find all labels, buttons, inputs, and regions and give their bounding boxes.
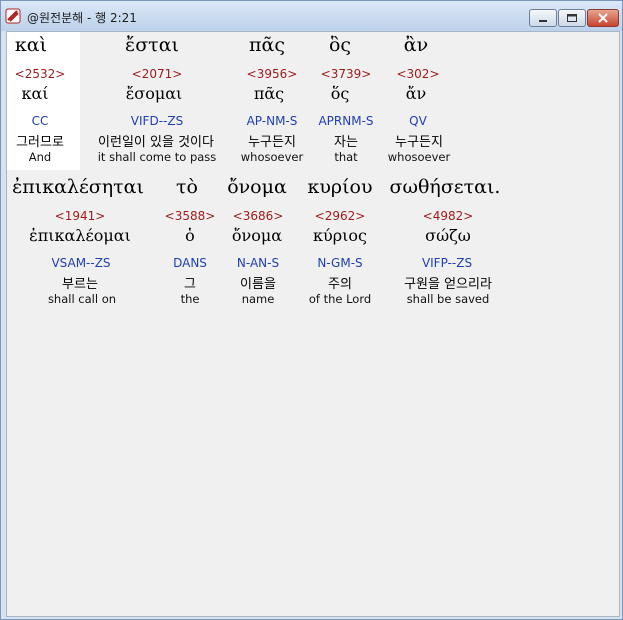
lemma: καί	[21, 84, 49, 103]
lemma: σώζω	[425, 226, 471, 245]
korean-gloss: 자는	[334, 135, 358, 150]
korean-gloss: 이름을	[240, 277, 276, 292]
window-title: @원전분해 - 행 2:21	[27, 11, 137, 25]
lemma: ὄνομα	[231, 226, 283, 245]
morph-code: DANS	[173, 256, 207, 270]
minimize-button[interactable]	[529, 9, 557, 27]
greek-word[interactable]: ὃς	[317, 34, 363, 56]
morph-code: VIFP--ZS	[421, 256, 473, 270]
lemma: ἐπικαλέομαι	[29, 226, 131, 245]
minimize-icon	[539, 20, 547, 22]
lemma: ὅς	[330, 84, 350, 103]
greek-word[interactable]: πᾶς	[237, 34, 297, 56]
greek-word[interactable]: ἔσται	[97, 34, 207, 56]
greek-word[interactable]: καὶ	[7, 34, 55, 56]
greek-word[interactable]: ὄνομα	[219, 176, 295, 198]
bible-app-icon	[5, 8, 21, 24]
lemma: πᾶς	[253, 84, 285, 103]
english-gloss: of the Lord	[308, 292, 372, 306]
english-gloss: name	[241, 292, 275, 306]
english-gloss: that	[334, 150, 358, 164]
korean-gloss: 누구든지	[248, 135, 296, 150]
english-gloss: it shall come to pass	[97, 150, 217, 164]
korean-gloss: 그러므로	[16, 135, 64, 150]
app-window: @원전분해 - 행 2:21 καὶ <2532> καί CC 그러므로 An…	[0, 0, 623, 620]
maximize-button[interactable]	[558, 9, 586, 27]
greek-word[interactable]: τὸ	[167, 176, 207, 198]
korean-gloss: 누구든지	[395, 135, 443, 150]
morph-code: N-GM-S	[317, 256, 363, 270]
morph-code: APRNM-S	[318, 114, 374, 128]
strong-number[interactable]: <2532>	[7, 67, 73, 81]
english-gloss: And	[28, 150, 52, 164]
english-gloss: the	[180, 292, 200, 306]
strong-number[interactable]: <3956>	[239, 67, 305, 81]
morph-code: VIFD--ZS	[130, 114, 184, 128]
morph-code: QV	[409, 114, 427, 128]
lemma: ἄν	[405, 84, 427, 103]
lemma: ἔσομαι	[125, 84, 183, 103]
english-gloss: whosoever	[387, 150, 451, 164]
lemma: ὁ	[185, 226, 195, 245]
close-button[interactable]	[587, 9, 619, 27]
strong-number[interactable]: <3739>	[313, 67, 379, 81]
morph-code: VSAM--ZS	[51, 256, 111, 270]
morph-code: CC	[31, 114, 49, 128]
interlinear-pane[interactable]: καὶ <2532> καί CC 그러므로 And ἔσται <2071> …	[6, 31, 620, 617]
close-icon	[598, 13, 608, 23]
morph-code: N-AN-S	[236, 256, 280, 270]
maximize-icon	[567, 14, 577, 22]
greek-word[interactable]: κυρίου	[303, 176, 377, 198]
greek-word[interactable]: σωθήσεται.	[387, 176, 503, 198]
strong-number[interactable]: <1941>	[47, 209, 113, 223]
korean-gloss: 이런일이 있을 것이다	[98, 135, 214, 150]
english-gloss: shall call on	[47, 292, 117, 306]
strong-number[interactable]: <4982>	[413, 209, 483, 223]
greek-word[interactable]: ἐπικαλέσηται	[7, 176, 149, 198]
english-gloss: whosoever	[240, 150, 304, 164]
strong-number[interactable]: <302>	[385, 67, 451, 81]
strong-number[interactable]: <3686>	[225, 209, 291, 223]
korean-gloss: 주의	[328, 277, 352, 292]
strong-number[interactable]: <2071>	[102, 67, 212, 81]
korean-gloss: 부르는	[62, 277, 98, 292]
lemma: κύριος	[313, 226, 367, 245]
morph-code: AP-NM-S	[246, 114, 298, 128]
korean-gloss: 그	[184, 277, 196, 292]
title-bar[interactable]: @원전분해 - 행 2:21	[1, 1, 622, 31]
korean-gloss: 구원을 얻으리라	[404, 277, 492, 292]
strong-number[interactable]: <2962>	[307, 209, 373, 223]
strong-number[interactable]: <3588>	[157, 209, 223, 223]
english-gloss: shall be saved	[406, 292, 490, 306]
greek-word[interactable]: ἂν	[391, 34, 441, 56]
